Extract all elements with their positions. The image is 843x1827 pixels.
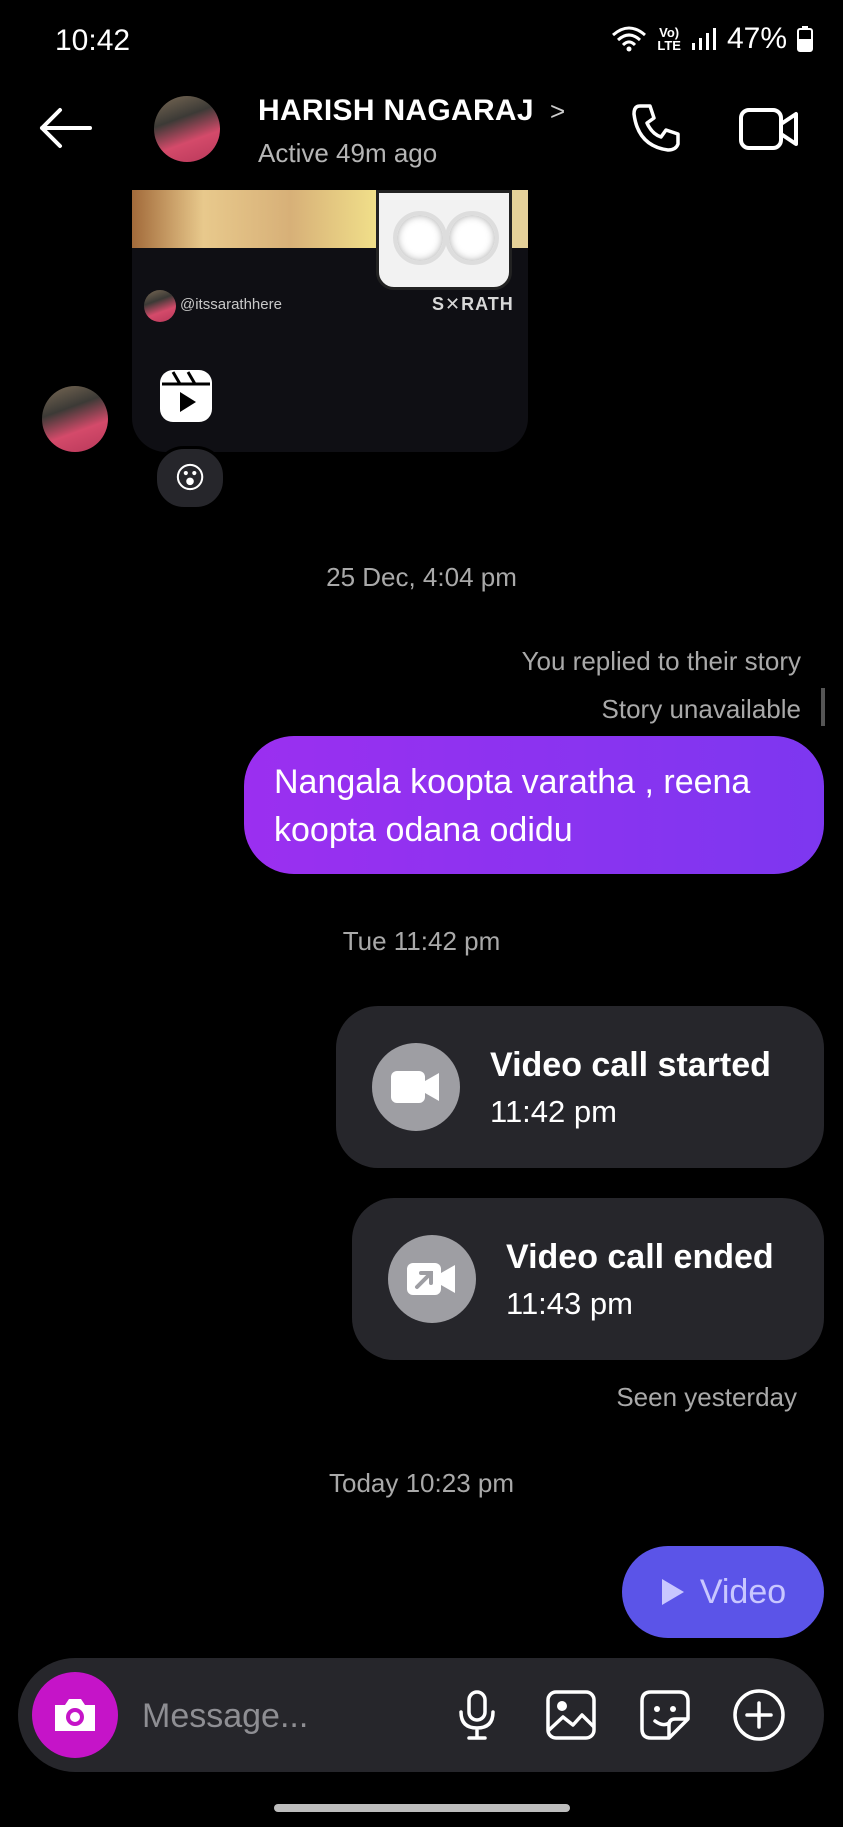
call-time: 11:42 pm: [490, 1094, 617, 1129]
reel-author-avatar: [144, 290, 176, 322]
sent-message-bubble[interactable]: Nangala koopta varatha , reena koopta od…: [244, 736, 824, 874]
plus-circle-icon[interactable]: [728, 1684, 790, 1746]
call-time: 11:43 pm: [506, 1286, 633, 1321]
video-label: Video: [699, 1572, 787, 1611]
message-input[interactable]: [140, 1686, 444, 1746]
chevron-right-icon[interactable]: >: [550, 96, 565, 127]
contact-active-status: Active 49m ago: [258, 138, 438, 168]
story-unavailable-label: Story unavailable: [601, 694, 801, 724]
play-icon: [661, 1579, 684, 1605]
timestamp-divider: Tue 11:42 pm: [342, 926, 501, 956]
microphone-icon[interactable]: [446, 1684, 508, 1746]
video-call-icon: [372, 1043, 460, 1131]
story-reply-note: You replied to their story: [521, 646, 801, 676]
home-indicator[interactable]: [274, 1804, 570, 1812]
reaction-emoji[interactable]: 😮: [154, 446, 226, 510]
reels-icon: [160, 370, 212, 422]
status-icons: Vo) LTE 47%: [611, 22, 813, 56]
story-reply-bar: [821, 688, 825, 726]
battery-percent: 47%: [726, 22, 787, 55]
call-title: Video call started: [490, 1046, 771, 1084]
timestamp-divider: Today 10:23 pm: [328, 1468, 514, 1498]
status-time: 10:42: [55, 24, 131, 57]
call-ended-icon: [388, 1235, 476, 1323]
video-camera-icon[interactable]: [738, 104, 800, 154]
message-composer: [18, 1658, 824, 1772]
contact-name[interactable]: HARISH NAGARAJ: [258, 94, 534, 128]
video-call-ended-card[interactable]: Video call ended 11:43 pm: [352, 1198, 824, 1360]
wifi-icon: [612, 26, 647, 52]
contact-avatar[interactable]: [154, 96, 220, 162]
camera-button[interactable]: [32, 1672, 118, 1758]
video-message-bubble[interactable]: Video: [622, 1546, 824, 1638]
signal-icon: [691, 28, 716, 50]
seen-receipt: Seen yesterday: [616, 1382, 797, 1412]
back-arrow-icon[interactable]: [36, 104, 94, 152]
sender-avatar[interactable]: [42, 386, 108, 452]
video-call-started-card[interactable]: Video call started 11:42 pm: [336, 1006, 824, 1168]
battery-icon: [797, 26, 813, 52]
reel-brand-watermark: S✕RATH: [432, 294, 514, 314]
lte-bottom: LTE: [657, 38, 681, 53]
phone-icon[interactable]: [628, 100, 684, 156]
lte-indicator: Vo) LTE: [657, 26, 681, 52]
earbuds-image: [376, 190, 512, 290]
sticker-icon[interactable]: [634, 1684, 696, 1746]
timestamp-divider: 25 Dec, 4:04 pm: [326, 562, 517, 592]
shared-reel-card[interactable]: @itssarathhere S✕RATH: [132, 190, 528, 452]
reel-author-handle[interactable]: @itssarathhere: [180, 296, 282, 313]
gallery-icon[interactable]: [540, 1684, 602, 1746]
call-title: Video call ended: [506, 1238, 774, 1276]
camera-icon: [55, 1699, 95, 1731]
